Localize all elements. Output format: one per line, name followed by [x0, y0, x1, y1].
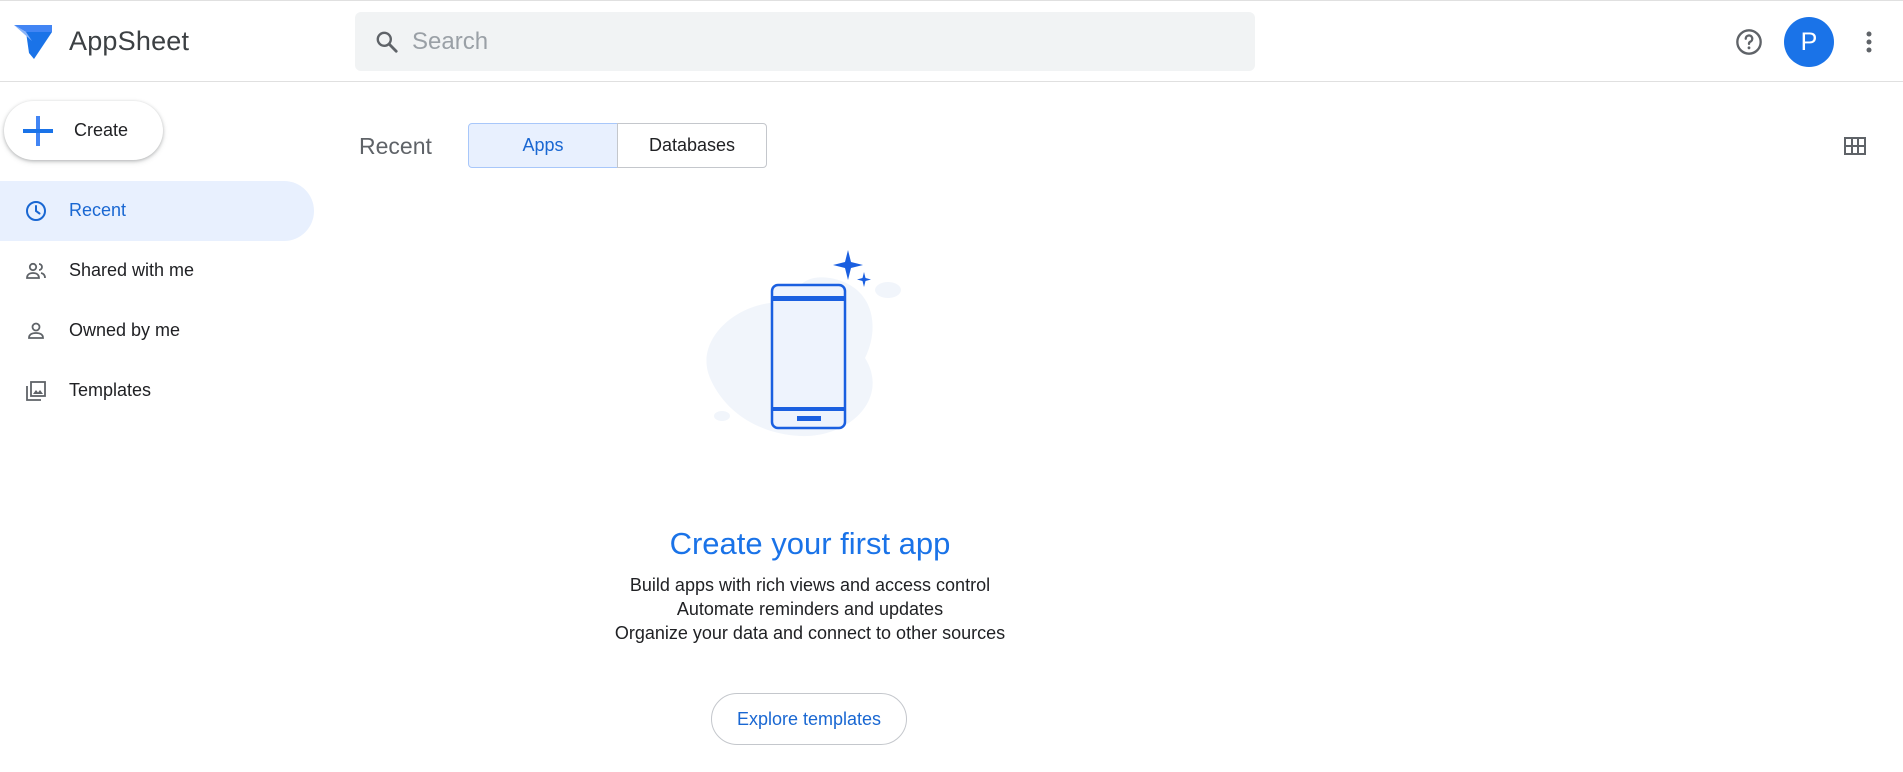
- search-input[interactable]: Search: [412, 28, 488, 56]
- clock-icon: [26, 201, 46, 221]
- create-label: Create: [74, 120, 129, 140]
- help-icon[interactable]: [1735, 28, 1763, 56]
- sidebar-item-shared-with-me[interactable]: Shared with me: [0, 241, 314, 301]
- empty-state-title: Create your first app: [669, 526, 951, 561]
- empty-state-description: Build apps with rich views and access co…: [0, 573, 1620, 645]
- grid-view-icon[interactable]: [1843, 134, 1867, 158]
- sidebar-item-owned-by-me[interactable]: Owned by me: [0, 301, 314, 361]
- more-vert-icon[interactable]: [1858, 29, 1880, 55]
- plus-icon: [23, 116, 53, 146]
- create-button[interactable]: Create: [4, 101, 163, 160]
- people-icon: [26, 262, 46, 279]
- section-title: Recent: [359, 133, 432, 159]
- sidebar-item-label: Recent: [69, 200, 127, 220]
- empty-state-line: Automate reminders and updates: [676, 599, 944, 619]
- avatar[interactable]: P: [1784, 17, 1834, 67]
- sidebar-item-label: Shared with me: [69, 260, 195, 280]
- person-icon: [28, 322, 44, 339]
- sidebar-item-label: Templates: [69, 380, 152, 400]
- phone-illustration: [706, 250, 901, 437]
- search-bar[interactable]: Search: [355, 12, 1255, 71]
- search-icon: [376, 31, 398, 53]
- sidebar-item-templates[interactable]: Templates: [0, 361, 314, 421]
- sidebar-item-label: Owned by me: [69, 320, 181, 340]
- tab-apps[interactable]: Apps: [468, 123, 618, 168]
- empty-state-line: Build apps with rich views and access co…: [629, 575, 991, 595]
- appsheet-logo-icon[interactable]: [12, 23, 54, 61]
- app-title: AppSheet: [69, 26, 190, 56]
- top-bar: AppSheet Search P: [0, 0, 1903, 82]
- sidebar-item-recent[interactable]: Recent: [0, 181, 314, 241]
- explore-templates-button[interactable]: Explore templates: [711, 693, 907, 745]
- tab-databases[interactable]: Databases: [617, 123, 767, 168]
- empty-state-line: Organize your data and connect to other …: [614, 623, 1006, 643]
- image-library-icon: [26, 381, 46, 401]
